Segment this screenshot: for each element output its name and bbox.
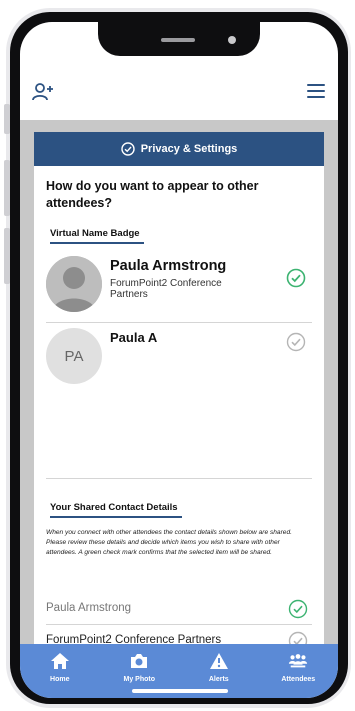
phone-side-button xyxy=(4,104,10,134)
phone-notch xyxy=(98,22,260,56)
home-icon xyxy=(50,653,69,669)
appearance-question: How do you want to appear to other atten… xyxy=(46,179,259,210)
home-indicator xyxy=(132,689,228,693)
phone-screen: Privacy & Settings How do you want to ap… xyxy=(20,22,338,698)
hamburger-menu-icon[interactable] xyxy=(306,82,326,100)
check-unselected-icon[interactable] xyxy=(288,631,308,644)
badge-company: ForumPoint2 Conference Partners xyxy=(110,278,222,300)
camera-icon xyxy=(131,654,148,668)
divider xyxy=(46,624,312,625)
add-user-icon[interactable] xyxy=(32,82,54,102)
tab-label: Home xyxy=(50,676,70,683)
tab-label: Attendees xyxy=(281,676,316,683)
contact-row-company[interactable]: ForumPoint2 Conference Partners xyxy=(46,628,316,644)
attendees-icon xyxy=(289,654,308,668)
check-selected-icon[interactable] xyxy=(286,268,306,288)
divider xyxy=(46,322,312,323)
contact-value: ForumPoint2 Conference Partners xyxy=(46,634,222,644)
contact-details-description: When you connect with other attendees th… xyxy=(46,529,292,556)
tab-label: Alerts xyxy=(208,676,229,683)
avatar-initials: PA xyxy=(46,328,102,384)
panel-header: Privacy & Settings xyxy=(34,132,324,166)
alert-icon xyxy=(209,653,228,669)
contact-row-name[interactable]: Paula Armstrong xyxy=(46,596,316,624)
tab-home[interactable]: Home xyxy=(20,644,100,698)
badge-option-short-name[interactable]: PA Paula A xyxy=(46,328,316,388)
avatar-photo xyxy=(46,256,102,312)
contact-value: Paula Armstrong xyxy=(46,602,132,614)
divider xyxy=(46,478,312,479)
tab-label: My Photo xyxy=(123,676,156,683)
tab-attendees[interactable]: Attendees xyxy=(259,644,339,698)
badge-short-name: Paula A xyxy=(110,330,158,345)
front-camera xyxy=(228,36,236,44)
badge-option-full-name[interactable]: Paula Armstrong ForumPoint2 Conference P… xyxy=(46,256,316,316)
content-area: Privacy & Settings How do you want to ap… xyxy=(20,120,338,644)
phone-side-button xyxy=(4,160,10,216)
panel-title: Privacy & Settings xyxy=(140,143,238,155)
virtual-badge-section-label: Virtual Name Badge xyxy=(50,228,144,244)
person-silhouette-icon xyxy=(46,256,102,312)
contact-details-section-label: Your Shared Contact Details xyxy=(50,502,182,518)
badge-full-name: Paula Armstrong xyxy=(110,258,227,274)
phone-side-button xyxy=(4,228,10,284)
top-bar xyxy=(20,64,338,120)
privacy-settings-panel: Privacy & Settings How do you want to ap… xyxy=(34,132,324,644)
speaker-grille xyxy=(161,38,195,42)
check-circle-icon xyxy=(121,142,135,156)
check-unselected-icon[interactable] xyxy=(286,332,306,352)
check-selected-icon[interactable] xyxy=(288,599,308,619)
